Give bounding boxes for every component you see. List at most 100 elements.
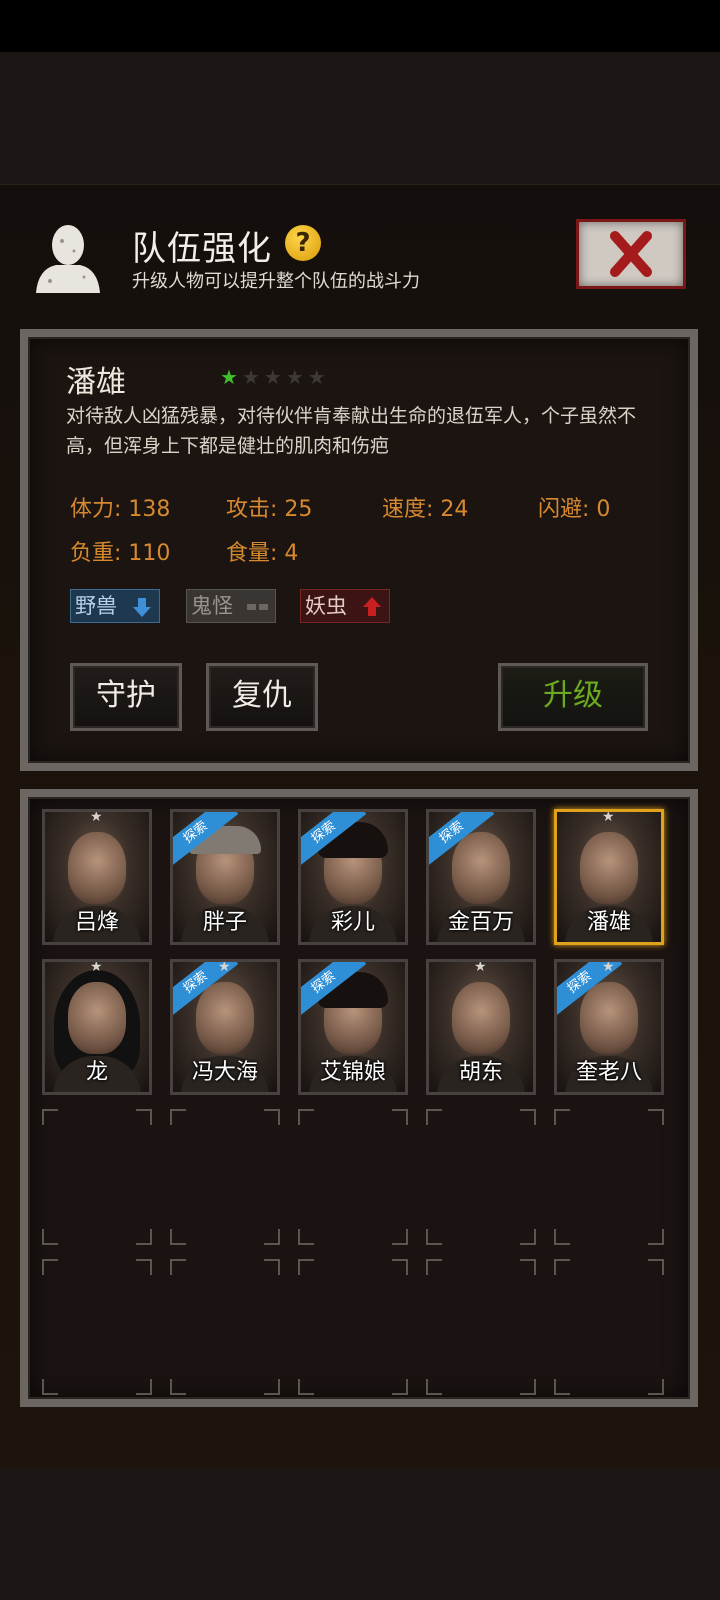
slot-corner <box>264 1259 280 1275</box>
star-empty-icon: ★ <box>263 365 282 389</box>
slot-corner <box>554 1109 570 1125</box>
character-roster: ★ 吕烽 探索 胖子 探索 彩儿 探索 金百万 ★ 潘雄 ★ 龙探索 ★ 冯大海 探索 艾锦娘 ★ 胡东 探索 ★ 奎老… <box>20 789 698 1407</box>
arrow-up-icon <box>363 597 381 616</box>
slot-corner <box>392 1109 408 1125</box>
character-card-name: 吕烽 <box>74 910 119 935</box>
portrait-face <box>452 832 510 904</box>
slot-corner <box>426 1379 442 1395</box>
character-card[interactable]: 探索 彩儿 <box>298 809 408 945</box>
character-card-name: 艾锦娘 <box>319 1060 386 1085</box>
neutral-dash-icon <box>247 604 268 610</box>
stat-load: 负重: 110 <box>70 541 171 566</box>
slot-corner <box>392 1229 408 1245</box>
character-card[interactable]: ★ 胡东 <box>426 959 536 1095</box>
character-card-name: 彩儿 <box>330 910 375 935</box>
character-card[interactable]: 探索 艾锦娘 <box>298 959 408 1095</box>
character-card[interactable]: 探索 金百万 <box>426 809 536 945</box>
slot-corner <box>136 1229 152 1245</box>
character-card[interactable]: 探索 ★ 奎老八 <box>554 959 664 1095</box>
slot-corner <box>520 1109 536 1125</box>
slot-corner <box>392 1379 408 1395</box>
guard-button[interactable]: 守护 <box>70 663 182 731</box>
portrait-face <box>68 832 126 904</box>
character-card-name: 胖子 <box>202 910 247 935</box>
affinity-beast-tag: 野兽 <box>70 589 160 623</box>
stat-stamina: 体力: 138 <box>70 497 171 522</box>
slot-corner <box>648 1379 664 1395</box>
character-card-name: 冯大海 <box>191 1060 258 1085</box>
affinity-label: 野兽 <box>75 594 117 618</box>
slot-corner <box>264 1229 280 1245</box>
empty-character-slot <box>554 1259 664 1395</box>
slot-corner <box>298 1379 314 1395</box>
slot-corner <box>392 1259 408 1275</box>
rank-star-icon: ★ <box>90 959 103 975</box>
rank-star-icon: ★ <box>218 959 231 975</box>
portrait-face <box>68 982 126 1054</box>
slot-corner <box>264 1109 280 1125</box>
slot-corner <box>170 1259 186 1275</box>
empty-character-slot <box>426 1109 536 1245</box>
slot-corner <box>648 1229 664 1245</box>
stat-speed: 速度: 24 <box>382 497 469 522</box>
portrait-face <box>580 982 638 1054</box>
revenge-button[interactable]: 复仇 <box>206 663 318 731</box>
affinity-label: 妖虫 <box>305 594 347 618</box>
slot-corner <box>136 1379 152 1395</box>
character-card[interactable]: 探索 胖子 <box>170 809 280 945</box>
character-card-name: 龙 <box>85 1060 108 1085</box>
slot-corner <box>170 1379 186 1395</box>
rank-star-icon: ★ <box>602 959 615 975</box>
slot-corner <box>520 1229 536 1245</box>
affinity-ghost-tag: 鬼怪 <box>186 589 276 623</box>
slot-corner <box>554 1229 570 1245</box>
rank-star-icon: ★ <box>474 959 487 975</box>
slot-corner <box>426 1109 442 1125</box>
empty-character-slot <box>42 1259 152 1395</box>
arrow-down-icon <box>133 598 151 617</box>
character-card-name: 金百万 <box>447 910 514 935</box>
portrait-face <box>452 982 510 1054</box>
empty-character-slot <box>298 1109 408 1245</box>
slot-corner <box>42 1259 58 1275</box>
slot-corner <box>648 1109 664 1125</box>
close-button[interactable] <box>576 219 686 289</box>
slot-corner <box>648 1259 664 1275</box>
character-card[interactable]: ★ 龙 <box>42 959 152 1095</box>
character-card-name: 奎老八 <box>575 1060 642 1085</box>
slot-corner <box>42 1229 58 1245</box>
character-card[interactable]: 探索 ★ 冯大海 <box>170 959 280 1095</box>
character-info-panel: 潘雄 ★ ★ ★ ★ ★ 对待敌人凶猛残暴，对待伙伴肯奉献出生命的退伍军人，个子虽然不高… <box>20 329 698 771</box>
empty-character-slot <box>298 1259 408 1395</box>
upgrade-button[interactable]: 升级 <box>498 663 648 731</box>
character-card[interactable]: ★ 潘雄 <box>554 809 664 945</box>
stat-attack: 攻击: 25 <box>226 497 313 522</box>
slot-corner <box>298 1259 314 1275</box>
slot-corner <box>136 1259 152 1275</box>
slot-corner <box>426 1229 442 1245</box>
slot-corner <box>298 1109 314 1125</box>
slot-corner <box>554 1379 570 1395</box>
star-empty-icon: ★ <box>241 365 260 389</box>
empty-character-slot <box>42 1109 152 1245</box>
character-card[interactable]: ★ 吕烽 <box>42 809 152 945</box>
character-card-name: 潘雄 <box>586 910 631 935</box>
empty-character-slot <box>554 1109 664 1245</box>
help-icon[interactable]: ? <box>285 225 321 261</box>
empty-character-slot <box>426 1259 536 1395</box>
affinity-label: 鬼怪 <box>191 594 233 618</box>
character-description: 对待敌人凶猛残暴，对待伙伴肯奉献出生命的退伍军人，个子虽然不高，但浑身上下都是健… <box>66 405 637 457</box>
slot-corner <box>520 1259 536 1275</box>
team-upgrade-panel: 队伍强化 ? 升级人物可以提升整个队伍的战斗力 潘雄 ★ ★ ★ ★ ★ 对待敌人凶猛残… <box>0 184 720 1467</box>
close-icon <box>610 231 652 277</box>
character-card-name: 胡东 <box>458 1060 503 1085</box>
slot-corner <box>298 1229 314 1245</box>
slot-corner <box>554 1259 570 1275</box>
slot-corner <box>170 1109 186 1125</box>
rank-star-icon: ★ <box>90 809 103 825</box>
star-empty-icon: ★ <box>285 365 304 389</box>
slot-corner <box>42 1379 58 1395</box>
slot-corner <box>170 1229 186 1245</box>
slot-corner <box>426 1259 442 1275</box>
star-rating: ★ ★ ★ ★ ★ <box>220 367 326 387</box>
